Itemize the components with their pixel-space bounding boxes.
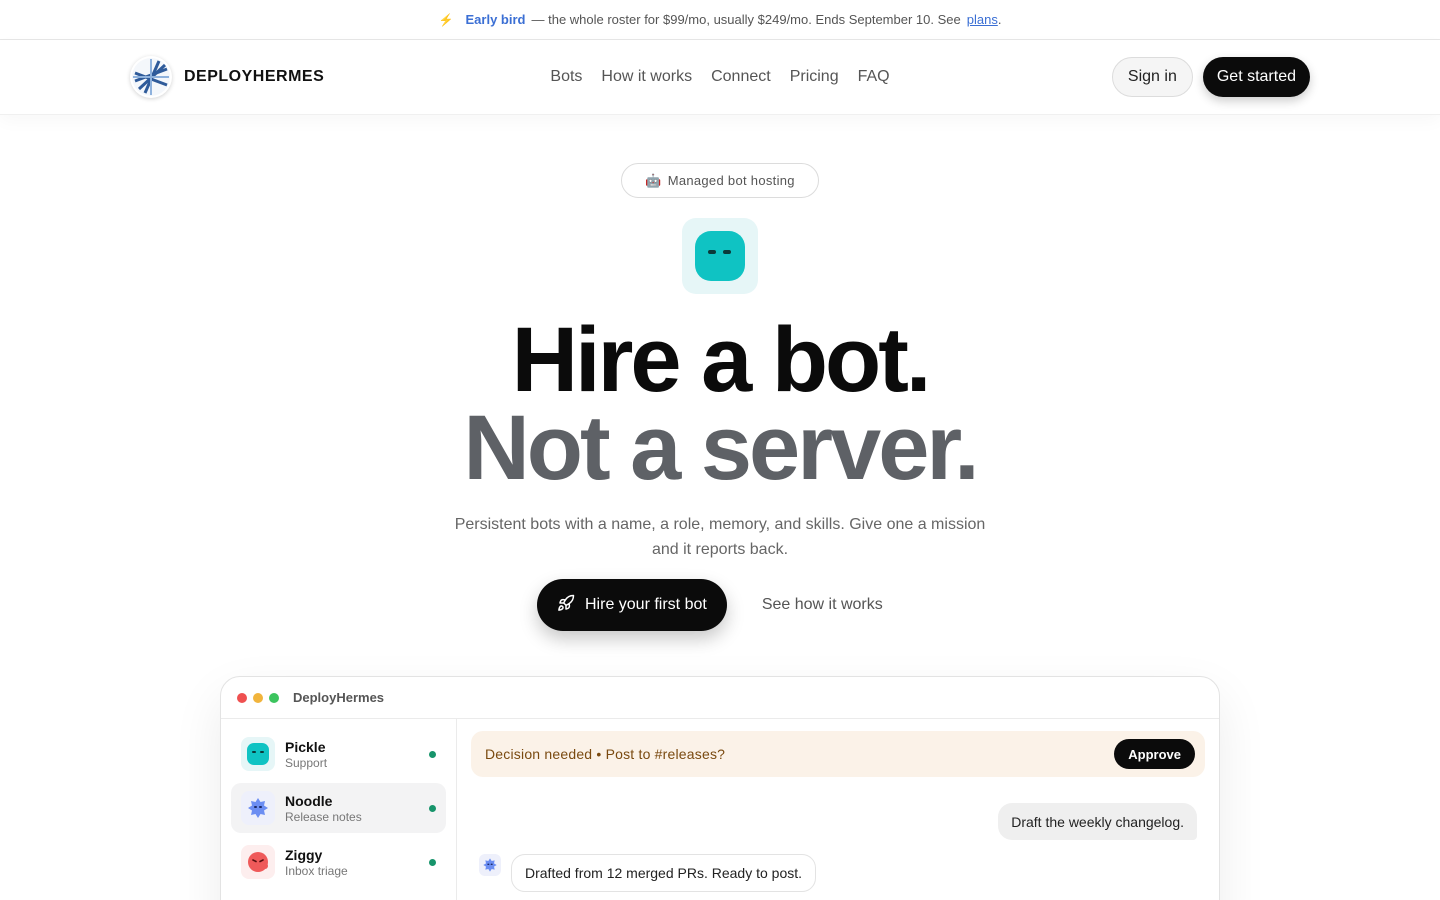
bot-role: Inbox triage (285, 863, 348, 878)
announcement-bar: ⚡ Early bird — the whole roster for $99/… (0, 0, 1440, 40)
announcement-period: . (997, 12, 1002, 27)
managed-hosting-pill: 🤖 Managed bot hosting (621, 163, 819, 198)
bot-name: Pickle (285, 738, 326, 755)
sign-in-button[interactable]: Sign in (1111, 57, 1193, 97)
bot-item-ziggy[interactable]: Ziggy Inbox triage (231, 837, 446, 887)
ziggy-avatar-icon (241, 845, 275, 879)
early-bird-label: Early bird (465, 12, 526, 27)
online-status-icon (429, 804, 436, 812)
noodle-avatar-icon (479, 854, 501, 876)
get-started-button[interactable]: Get started (1202, 57, 1310, 97)
see-how-it-works-link[interactable]: See how it works (762, 596, 883, 614)
approve-button[interactable]: Approve (1114, 739, 1195, 769)
pickle-avatar-icon (241, 737, 275, 771)
noodle-avatar-icon (241, 791, 275, 825)
announcement-text: — the whole roster for $99/mo, usually $… (531, 12, 961, 27)
minimize-dot-icon (253, 692, 263, 703)
decision-text: Decision needed • Post to #releases? (485, 746, 726, 762)
bot-role: Release notes (285, 809, 362, 824)
bot-item-pickle[interactable]: Pickle Support (231, 729, 446, 779)
lightning-icon: ⚡ (438, 12, 454, 27)
maximize-dot-icon (269, 692, 279, 703)
window-titlebar: DeployHermes (221, 677, 1219, 719)
mascot-icon (682, 218, 758, 294)
plans-link[interactable]: plans (967, 12, 998, 27)
hero-subtitle: Persistent bots with a name, a role, mem… (454, 516, 986, 558)
bot-name: Ziggy (285, 846, 323, 863)
brand-name: DEPLOYHERMES (184, 68, 325, 85)
hero-title-line1: Hire a bot. (511, 309, 932, 411)
hero-title-line2: Not a server. (463, 397, 979, 499)
bot-message: Drafted from 12 merged PRs. Ready to pos… (511, 854, 817, 892)
chat-panel: Decision needed • Post to #releases? App… (457, 719, 1219, 900)
app-preview-window: DeployHermes Pickle Support Noodle Relea… (220, 676, 1220, 900)
rocket-icon (557, 594, 575, 617)
bot-item-noodle[interactable]: Noodle Release notes (231, 783, 446, 833)
nav-link-how-it-works[interactable]: How it works (601, 68, 692, 86)
nav-link-bots[interactable]: Bots (550, 68, 582, 86)
online-status-icon (429, 858, 436, 866)
bot-name: Noodle (285, 792, 333, 809)
online-status-icon (429, 750, 436, 758)
nav-link-pricing[interactable]: Pricing (790, 68, 839, 86)
hire-first-bot-button[interactable]: Hire your first bot (537, 579, 727, 631)
close-dot-icon (237, 692, 247, 703)
user-message: Draft the weekly changelog. (998, 803, 1197, 840)
decision-banner: Decision needed • Post to #releases? App… (471, 731, 1205, 777)
robot-icon: 🤖 (645, 172, 662, 188)
pill-label: Managed bot hosting (667, 173, 795, 188)
brand[interactable]: DEPLOYHERMES (130, 56, 324, 98)
bot-message-row: Drafted from 12 merged PRs. Ready to pos… (479, 854, 817, 892)
nav-links: Bots How it works Connect Pricing FAQ (550, 68, 889, 86)
hire-first-bot-label: Hire your first bot (585, 596, 707, 613)
top-nav: DEPLOYHERMES Bots How it works Connect P… (0, 40, 1440, 115)
nav-link-faq[interactable]: FAQ (858, 68, 890, 86)
window-title: DeployHermes (293, 690, 385, 705)
bot-role: Support (285, 755, 328, 770)
bot-sidebar: Pickle Support Noodle Release notes Zigg… (221, 719, 457, 900)
brand-logo-icon (130, 56, 172, 98)
nav-link-connect[interactable]: Connect (711, 68, 771, 86)
